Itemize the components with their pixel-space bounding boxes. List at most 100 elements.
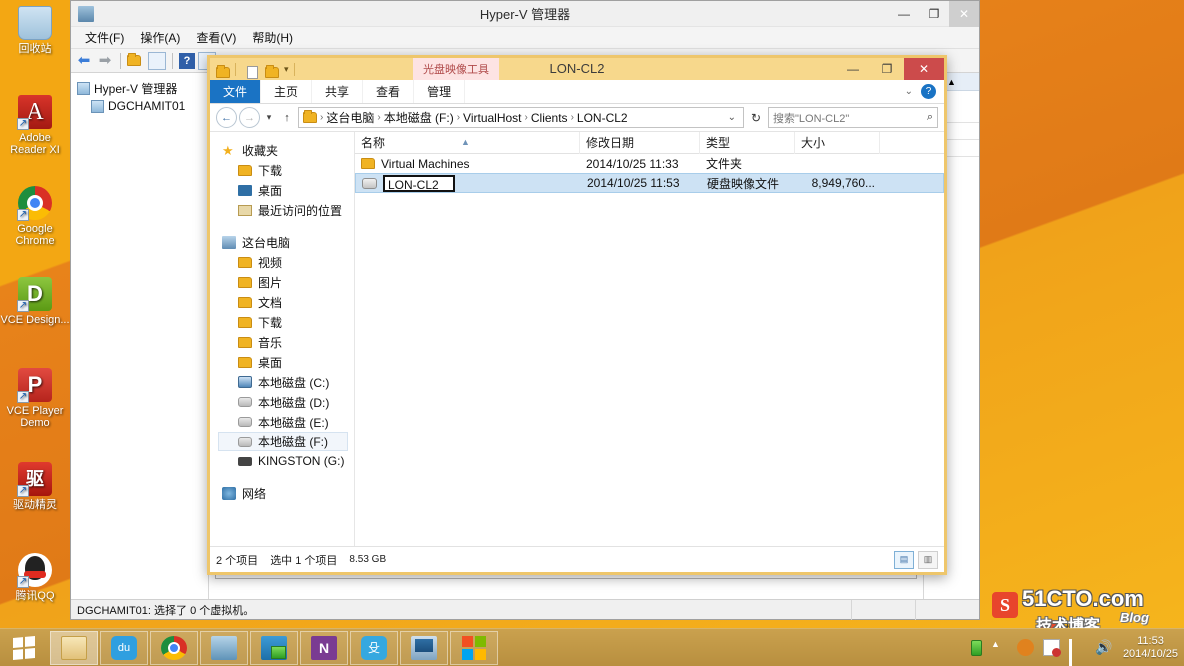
nav-music[interactable]: 音乐	[218, 332, 354, 352]
menu-item-view[interactable]: 查看(V)	[188, 27, 244, 48]
show-hide-console-tree-icon[interactable]	[127, 52, 145, 70]
nav-documents[interactable]: 文档	[218, 292, 354, 312]
nav-favorites-downloads[interactable]: 下载	[218, 160, 354, 180]
nav-favorites[interactable]: ★ 收藏夹	[218, 140, 354, 160]
nav-downloads[interactable]: 下载	[218, 312, 354, 332]
tree-node-hyperv-manager[interactable]: Hyper-V 管理器	[75, 79, 204, 98]
server-node-icon	[91, 100, 104, 113]
file-name-cell: LON-CL2	[356, 175, 581, 192]
menu-item-help[interactable]: 帮助(H)	[244, 27, 301, 48]
file-name-cell: Virtual Machines	[355, 157, 580, 171]
desktop-icon-tencent-qq[interactable]: ↗ 腾讯QQ	[0, 553, 70, 602]
hyperv-close-button[interactable]: ✕	[949, 1, 979, 27]
taskbar-item-google-chrome[interactable]	[150, 631, 198, 665]
tab-home[interactable]: 主页	[261, 80, 312, 103]
tree-node-dgchamit01[interactable]: DGCHAMIT01	[89, 98, 204, 114]
forward-button[interactable]: →	[239, 107, 260, 128]
nav-label: 这台电脑	[242, 234, 290, 251]
menu-item-file[interactable]: 文件(F)	[77, 27, 132, 48]
column-label: 名称	[361, 136, 385, 150]
explorer-maximize-button[interactable]: ❐	[870, 58, 904, 80]
clock[interactable]: 11:53 2014/10/25	[1121, 635, 1178, 661]
breadcrumb-this-pc[interactable]: 这台电脑	[326, 109, 374, 126]
nav-favorites-recent-places[interactable]: 最近访问的位置	[218, 200, 354, 220]
taskbar-item-qq-messenger[interactable]: 殳	[350, 631, 398, 665]
rename-input[interactable]: LON-CL2	[383, 175, 455, 192]
taskbar-item-onenote[interactable]: N	[300, 631, 348, 665]
desktop-icon-adobe-reader[interactable]: A ↗ Adobe Reader XI	[0, 95, 70, 156]
help-icon[interactable]: ?	[179, 53, 195, 69]
column-header-name[interactable]: 名称 ▲	[355, 132, 580, 154]
network-signal-icon[interactable]	[1069, 639, 1086, 656]
tab-manage[interactable]: 管理	[414, 80, 465, 103]
start-button[interactable]	[0, 629, 48, 666]
large-icons-view-button[interactable]: ▥	[918, 551, 938, 569]
desktop-icon-google-chrome[interactable]: ↗ Google Chrome	[0, 186, 70, 247]
refresh-button[interactable]: ↻	[746, 107, 766, 128]
taskbar-item-tower-app[interactable]	[200, 631, 248, 665]
search-box[interactable]: 搜索"LON-CL2" ⌕	[768, 107, 938, 128]
show-hidden-icons-button[interactable]: ▲	[991, 639, 1008, 656]
qat-dropdown-icon[interactable]: ▾	[284, 64, 289, 75]
taskbar-item-hyper-v-manager[interactable]	[400, 631, 448, 665]
recent-locations-button[interactable]: ▾	[262, 107, 276, 128]
chevron-down-icon[interactable]: ⌄	[905, 86, 913, 97]
nav-local-disk-e[interactable]: 本地磁盘 (E:)	[218, 412, 354, 432]
column-header-date-modified[interactable]: 修改日期	[580, 132, 700, 154]
explorer-minimize-button[interactable]: —	[836, 58, 870, 80]
table-row[interactable]: LON-CL2 2014/10/25 11:53 硬盘映像文件 8,949,76…	[355, 173, 944, 193]
hyperv-minimize-button[interactable]: —	[889, 1, 919, 27]
column-header-type[interactable]: 类型	[700, 132, 795, 154]
help-icon[interactable]: ?	[921, 84, 936, 99]
hyperv-maximize-button[interactable]: ❐	[919, 1, 949, 27]
properties-icon[interactable]	[148, 52, 166, 70]
menu-item-action[interactable]: 操作(A)	[132, 27, 188, 48]
address-breadcrumb-field[interactable]: › 这台电脑 › 本地磁盘 (F:) › VirtualHost › Clien…	[298, 107, 744, 128]
table-row[interactable]: Virtual Machines 2014/10/25 11:33 文件夹	[355, 154, 944, 173]
nav-videos[interactable]: 视频	[218, 252, 354, 272]
tab-view[interactable]: 查看	[363, 80, 414, 103]
taskbar-item-microsoft-store[interactable]	[450, 631, 498, 665]
nav-network[interactable]: 网络	[218, 483, 354, 503]
desktop-icon-driver-genius[interactable]: 驱 ↗ 驱动精灵	[0, 462, 70, 511]
nav-desktop[interactable]: 桌面	[218, 352, 354, 372]
breadcrumb-lon-cl2[interactable]: LON-CL2	[577, 111, 628, 125]
file-explorer-window[interactable]: ▾ LON-CL2 光盘映像工具 — ❐ ✕ 文件 主页 共享 查看 管理 ⌄ …	[207, 55, 947, 575]
desktop-icon-recycle-bin[interactable]: 回收站	[0, 6, 70, 55]
new-folder-icon[interactable]	[247, 63, 261, 76]
column-header-size[interactable]: 大小	[795, 132, 880, 154]
breadcrumb-clients[interactable]: Clients	[531, 111, 568, 125]
back-arrow-icon[interactable]: ⬅	[75, 52, 93, 70]
volume-icon[interactable]: 🔊	[1095, 639, 1112, 656]
nav-favorites-desktop[interactable]: 桌面	[218, 180, 354, 200]
nav-spacer	[218, 471, 354, 483]
address-dropdown-icon[interactable]: ⌄	[728, 112, 739, 123]
breadcrumb-virtualhost[interactable]: VirtualHost	[463, 111, 521, 125]
explorer-close-button[interactable]: ✕	[904, 58, 944, 80]
qq-tray-icon[interactable]	[1017, 639, 1034, 656]
taskbar-item-baidu-music[interactable]: du	[100, 631, 148, 665]
taskbar-item-remote-desktop[interactable]	[250, 631, 298, 665]
desktop-icon-vce-player-demo[interactable]: P ↗ VCE Player Demo	[0, 368, 70, 429]
tab-file[interactable]: 文件	[210, 80, 261, 103]
taskbar-item-file-explorer[interactable]	[50, 631, 98, 665]
nav-this-pc[interactable]: 这台电脑	[218, 232, 354, 252]
tab-share[interactable]: 共享	[312, 80, 363, 103]
battery-icon[interactable]	[971, 640, 982, 656]
details-view-button[interactable]: ▤	[894, 551, 914, 569]
explorer-title-bar[interactable]: ▾ LON-CL2 光盘映像工具 — ❐ ✕	[210, 58, 944, 80]
nav-local-disk-c[interactable]: 本地磁盘 (C:)	[218, 372, 354, 392]
nav-pictures[interactable]: 图片	[218, 272, 354, 292]
back-button[interactable]: ←	[216, 107, 237, 128]
forward-arrow-icon[interactable]: ➡	[96, 52, 114, 70]
nav-local-disk-d[interactable]: 本地磁盘 (D:)	[218, 392, 354, 412]
breadcrumb-local-disk-f[interactable]: 本地磁盘 (F:)	[384, 109, 454, 126]
action-center-flag-icon[interactable]	[1043, 639, 1060, 656]
desktop-icon-vce-designer[interactable]: D ↗ VCE Design...	[0, 277, 70, 326]
nav-kingston-g[interactable]: KINGSTON (G:)	[218, 451, 354, 471]
vce-player-icon: P ↗	[18, 368, 52, 402]
up-button[interactable]: ↑	[278, 107, 296, 128]
properties-icon[interactable]	[265, 63, 279, 76]
hyperv-title-bar[interactable]: Hyper-V 管理器 — ❐ ✕	[71, 1, 979, 27]
nav-local-disk-f[interactable]: 本地磁盘 (F:)	[218, 432, 348, 451]
